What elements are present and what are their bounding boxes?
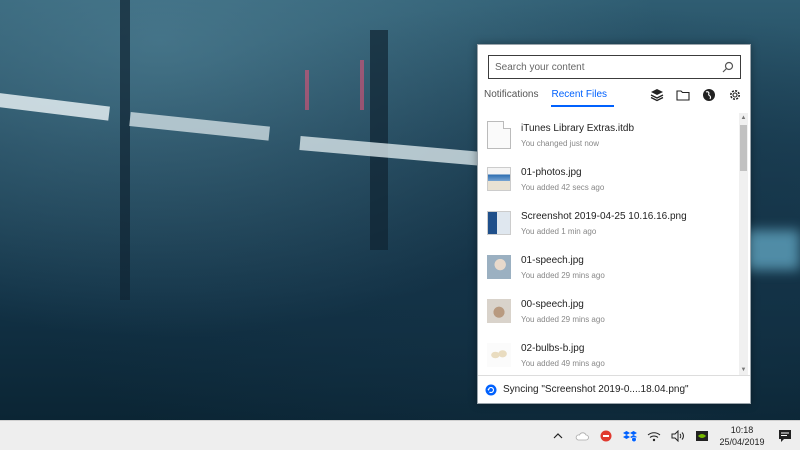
wallpaper-shape	[370, 30, 388, 250]
file-name: 02-bulbs-b.jpg	[521, 342, 585, 354]
chevron-up-icon[interactable]	[546, 421, 570, 450]
list-item[interactable]: iTunes Library Extras.itdb You changed j…	[478, 113, 740, 157]
action-center-button[interactable]	[770, 421, 800, 450]
tab-notifications[interactable]: Notifications	[484, 89, 545, 107]
file-name: 00-speech.jpg	[521, 298, 584, 310]
nvidia-icon[interactable]	[690, 421, 714, 450]
file-name: Screenshot 2019-04-25 10.16.16.png	[521, 210, 687, 222]
file-thumbnail	[487, 121, 511, 149]
cloud-icon[interactable]	[570, 421, 594, 450]
wifi-icon[interactable]	[642, 421, 666, 450]
wallpaper-glow	[305, 70, 309, 110]
list-item[interactable]: Screenshot 2019-04-25 10.16.16.png You a…	[478, 201, 740, 245]
file-thumbnail	[487, 211, 511, 235]
list-item[interactable]: 02-bulbs-b.jpg You added 49 mins ago	[478, 333, 740, 375]
wallpaper-stripe	[299, 136, 480, 166]
file-name: 01-speech.jpg	[521, 254, 584, 266]
layers-icon[interactable]	[650, 88, 664, 102]
clock-date: 25/04/2019	[719, 437, 765, 447]
file-thumbnail	[487, 167, 511, 191]
sync-icon	[485, 384, 497, 395]
scroll-up-icon[interactable]: ▲	[740, 114, 747, 122]
system-tray: 10:18 25/04/2019	[546, 421, 800, 450]
folder-icon[interactable]	[676, 88, 690, 102]
scrollbar-thumb[interactable]	[740, 125, 747, 171]
globe-icon[interactable]	[702, 88, 716, 102]
file-status: You changed just now	[521, 138, 599, 148]
message-icon	[779, 430, 791, 442]
file-status: You added 29 mins ago	[521, 314, 605, 324]
taskbar: 10:18 25/04/2019	[0, 420, 800, 450]
file-name: iTunes Library Extras.itdb	[521, 122, 635, 134]
gear-icon[interactable]	[728, 88, 742, 102]
file-thumbnail	[487, 299, 511, 323]
sync-status-text: Syncing "Screenshot 2019-0....18.04.png"	[503, 384, 689, 395]
file-status: You added 29 mins ago	[521, 270, 605, 280]
file-status: You added 49 mins ago	[521, 358, 605, 368]
tab-icon-group	[650, 88, 742, 102]
list-item[interactable]: 01-photos.jpg You added 42 secs ago	[478, 157, 740, 201]
sync-status-bar: Syncing "Screenshot 2019-0....18.04.png"	[478, 375, 750, 403]
file-status: You added 42 secs ago	[521, 182, 605, 192]
wallpaper-shape	[120, 0, 130, 300]
wallpaper-stripe	[0, 92, 110, 121]
tab-bar: Notifications Recent Files	[484, 89, 620, 107]
search-input[interactable]	[495, 61, 722, 73]
scroll-down-icon[interactable]: ▼	[740, 366, 747, 374]
recent-files-list: iTunes Library Extras.itdb You changed j…	[478, 113, 740, 375]
volume-icon[interactable]	[666, 421, 690, 450]
badge-icon[interactable]	[594, 421, 618, 450]
file-status: You added 1 min ago	[521, 226, 597, 236]
clock[interactable]: 10:18 25/04/2019	[714, 424, 770, 448]
list-item[interactable]: 00-speech.jpg You added 29 mins ago	[478, 289, 740, 333]
file-thumbnail	[487, 343, 511, 367]
clock-time: 10:18	[730, 425, 754, 435]
wallpaper-stripe	[129, 112, 270, 141]
search-icon[interactable]	[722, 61, 734, 73]
list-item[interactable]: 01-speech.jpg You added 29 mins ago	[478, 245, 740, 289]
search-box	[488, 55, 741, 79]
dropbox-panel: Notifications Recent Files iTunes Librar…	[477, 44, 751, 404]
file-thumbnail	[487, 255, 511, 279]
dropbox-icon[interactable]	[618, 421, 642, 450]
list-scrollbar[interactable]: ▲ ▼	[739, 113, 748, 375]
wallpaper-glow	[360, 60, 364, 110]
tab-recent-files[interactable]: Recent Files	[551, 89, 615, 107]
file-name: 01-photos.jpg	[521, 166, 582, 178]
